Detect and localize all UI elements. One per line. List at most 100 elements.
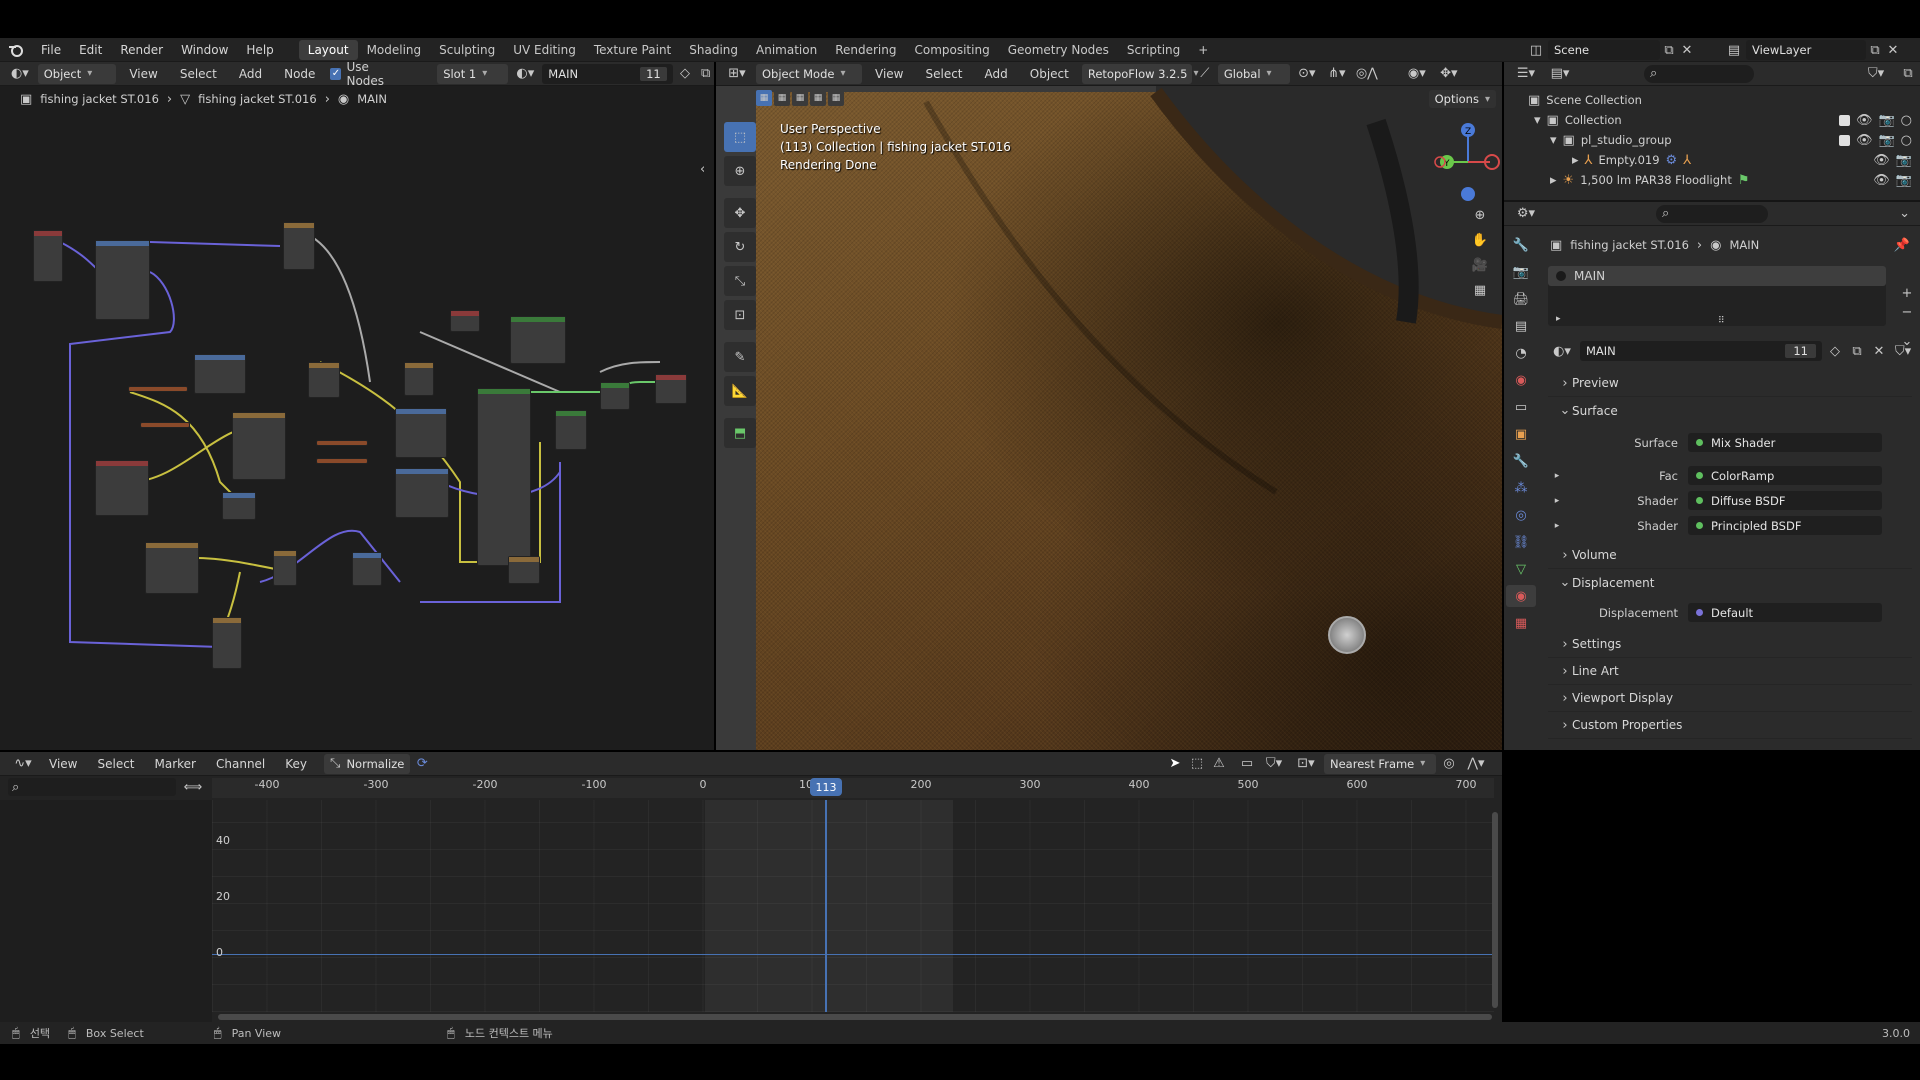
eye-icon[interactable]: 👁 [1873, 153, 1890, 168]
outliner-item-collection[interactable]: ▾ ▣ Collection 👁 📷 ○ [1504, 110, 1920, 130]
playhead-line[interactable] [825, 800, 827, 1012]
viewlayer-name-field[interactable]: ViewLayer [1746, 40, 1866, 60]
unlink-material-icon[interactable]: ✕ [1870, 344, 1888, 359]
expand-slot-icon[interactable]: ▸ [1556, 314, 1561, 324]
vertical-scrollbar[interactable] [1492, 812, 1498, 1008]
node-color-ramp-1[interactable] [308, 362, 340, 398]
physics-tab-icon[interactable]: ◎ [1515, 504, 1526, 526]
constraints-tab-icon[interactable]: ⛓ [1513, 531, 1530, 553]
cursor-tool-icon[interactable]: ⊕ [724, 156, 756, 186]
show-hidden-icon[interactable]: ⬚ [1188, 756, 1206, 771]
graph-area[interactable] [212, 800, 1494, 1012]
scene-tab-icon[interactable]: ◔ [1515, 342, 1526, 364]
expand-right-icon[interactable]: ▸ [1572, 153, 1579, 168]
current-frame-indicator[interactable]: 113 [810, 778, 842, 796]
exclude-checkbox[interactable] [1838, 114, 1850, 126]
scene-icon[interactable]: ◫ [1524, 43, 1548, 58]
expand-right-icon[interactable]: ▸ [1550, 173, 1557, 188]
orientation-dropdown[interactable]: Global [1217, 63, 1290, 84]
falloff-icon[interactable]: ⋀▾ [1462, 756, 1490, 771]
slot-menu-icon[interactable]: ⌄ [1898, 334, 1916, 349]
node-image-texture-2[interactable] [194, 354, 246, 394]
ghost-curves-icon[interactable]: ▭ [1238, 756, 1256, 771]
viewport-editor-type-icon[interactable]: ⊞▾ [722, 66, 752, 81]
proportional-edit-icon[interactable]: ◎⋀ [1354, 66, 1380, 81]
eye-icon[interactable]: 👁 [1856, 133, 1873, 148]
node-rgb-curves[interactable] [232, 412, 286, 480]
resize-handle-icon[interactable]: ⠿ [1718, 316, 1725, 326]
expand-down-icon[interactable]: ▾ [1534, 113, 1541, 128]
outliner-item-studio-group[interactable]: ▾ ▣ pl_studio_group 👁 📷 ○ [1504, 130, 1920, 150]
select-box-tool-icon[interactable]: ⬚ [724, 122, 756, 152]
viewport-menu-object[interactable]: Object [1021, 62, 1078, 85]
tab-rendering[interactable]: Rendering [826, 40, 905, 60]
tab-shading[interactable]: Shading [680, 40, 747, 60]
horizontal-scrollbar[interactable] [218, 1014, 1492, 1020]
node-math-1[interactable] [95, 460, 149, 516]
node-image-texture-1[interactable] [283, 222, 315, 270]
graph-menu-channel[interactable]: Channel [207, 752, 274, 775]
fake-user-icon[interactable]: ◇ [1826, 344, 1844, 359]
properties-search-input[interactable]: ⌕ [1656, 204, 1768, 223]
panel-settings[interactable]: › Settings [1548, 631, 1912, 658]
collapse-sidebar-icon[interactable]: ‹ [700, 162, 705, 177]
node-color-ramp-2[interactable] [395, 408, 447, 458]
select-subtract-icon[interactable]: ▦ [792, 90, 808, 106]
outliner-scene-collection[interactable]: ▣ Scene Collection [1504, 90, 1920, 110]
node-value-1[interactable] [128, 386, 188, 392]
snap-icon[interactable]: ⋔▾ [1324, 66, 1350, 81]
fac-field[interactable]: ColorRamp [1688, 466, 1882, 485]
tab-layout[interactable]: Layout [298, 39, 358, 60]
proportional-icon[interactable]: ◎ [1440, 756, 1458, 771]
collection-tab-icon[interactable]: ▭ [1515, 396, 1527, 418]
material-browse-icon[interactable]: ◐▾ [1548, 344, 1576, 359]
material-slot-item[interactable]: MAIN [1548, 266, 1886, 286]
3d-viewport[interactable]: ⊞▾ Object Mode View Select Add Object Re… [716, 62, 1502, 750]
new-scene-icon[interactable]: ⧉ [1660, 43, 1678, 58]
panel-viewport-display[interactable]: › Viewport Display [1548, 685, 1912, 712]
properties-editor-type-icon[interactable]: ⚙▾ [1512, 206, 1540, 221]
panel-surface[interactable]: ⌄ Surface [1548, 397, 1912, 424]
node-mix-rgb-1[interactable] [273, 550, 297, 586]
panel-custom-properties[interactable]: › Custom Properties [1548, 712, 1912, 739]
viewport-menu-select[interactable]: Select [916, 62, 971, 85]
filter-icon[interactable]: ⛉▾ [1862, 66, 1890, 81]
shader-1-field[interactable]: Diffuse BSDF [1688, 491, 1882, 510]
particles-tab-icon[interactable]: ⁂ [1515, 477, 1528, 499]
select-new-icon[interactable]: ▦ [756, 90, 772, 106]
eye-icon[interactable]: 👁 [1856, 113, 1873, 128]
zoom-icon[interactable]: ⊕ [1468, 208, 1492, 223]
new-collection-icon[interactable]: ⧉ [1896, 66, 1920, 81]
new-viewlayer-icon[interactable]: ⧉ [1866, 43, 1884, 58]
remove-slot-icon[interactable]: − [1898, 305, 1916, 320]
modifier-tab-icon[interactable]: 🔧 [1513, 450, 1529, 472]
expand-right-icon[interactable]: ▸ [1548, 521, 1566, 531]
node-diffuse-bsdf[interactable] [510, 316, 566, 364]
add-workspace-button[interactable]: + [1189, 40, 1217, 60]
add-cube-tool-icon[interactable]: ⬒ [724, 418, 756, 448]
outliner-item-empty[interactable]: ▸ ⅄ Empty.019 ⚙ ⅄ 👁 📷 [1504, 150, 1920, 170]
shader-2-field[interactable]: Principled BSDF [1688, 516, 1882, 535]
node-mapping[interactable] [95, 240, 150, 320]
only-errors-icon[interactable]: ⚠ [1210, 756, 1228, 771]
node-mix-shader[interactable] [555, 410, 587, 450]
graph-menu-select[interactable]: Select [88, 752, 143, 775]
swap-icon[interactable]: ⟺ [182, 780, 204, 795]
node-texture-coordinate[interactable] [33, 230, 63, 282]
camera-icon[interactable]: 📷 [1878, 113, 1894, 128]
viewport-menu-view[interactable]: View [866, 62, 912, 85]
camera-icon[interactable]: 📷 [1878, 133, 1894, 148]
camera-icon[interactable]: 📷 [1896, 173, 1912, 188]
navigation-gizmo[interactable]: Z Y [1432, 118, 1502, 208]
camera-view-icon[interactable]: 🎥 [1468, 258, 1492, 273]
options-dropdown[interactable]: Options [1428, 90, 1496, 108]
texture-tab-icon[interactable]: ▦ [1515, 612, 1527, 634]
expand-down-icon[interactable]: ▾ [1550, 133, 1557, 148]
menu-help[interactable]: Help [237, 38, 282, 61]
menu-render[interactable]: Render [111, 38, 172, 61]
rotate-tool-icon[interactable]: ↻ [724, 232, 756, 262]
scene-name-field[interactable]: Scene [1548, 40, 1660, 60]
graph-editor[interactable]: ∿▾ View Select Marker Channel Key ⤡ Norma… [0, 752, 1502, 1028]
sync-icon[interactable]: ⟳ [412, 756, 432, 771]
output-tab-icon[interactable]: 🖨 [1513, 288, 1530, 310]
